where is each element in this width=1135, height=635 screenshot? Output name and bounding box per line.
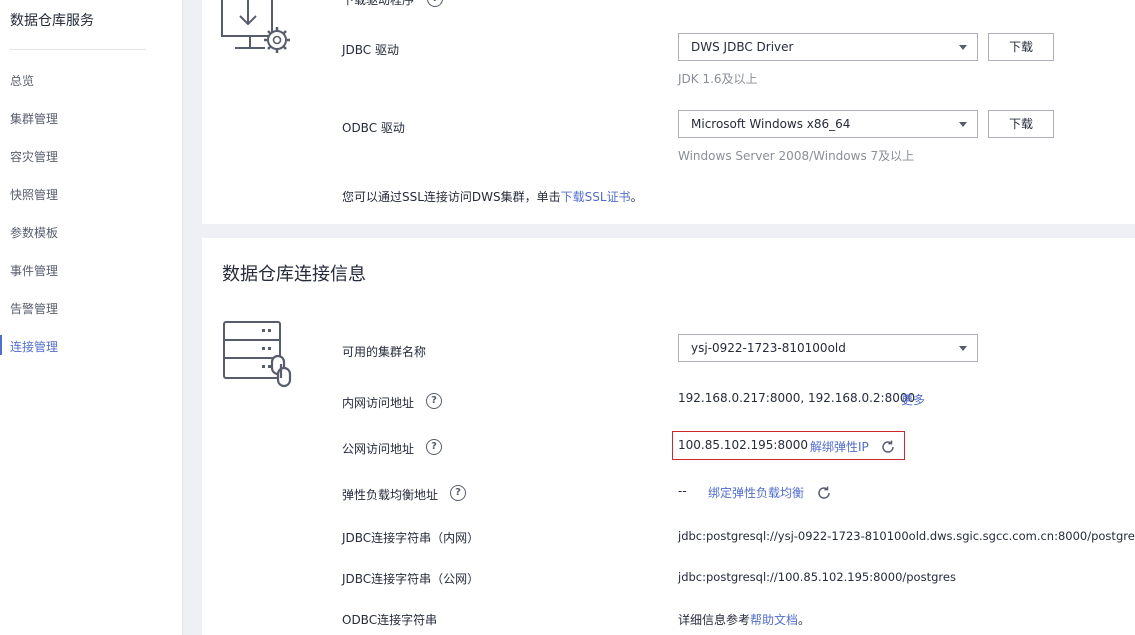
sidebar-item-disaster-recovery[interactable]: 容灾管理: [10, 148, 58, 165]
cluster-name-select-value: ysj-0922-1723-810100old: [691, 341, 846, 355]
sidebar-item-cluster-management[interactable]: 集群管理: [10, 110, 58, 127]
sidebar-item-alarm-management[interactable]: 告警管理: [10, 300, 58, 317]
question-circle-icon[interactable]: ?: [426, 393, 442, 409]
public-address-value: 100.85.102.195:8000: [678, 438, 809, 452]
jdbc-private-value: jdbc:postgresql://ysj-0922-1723-810100ol…: [678, 529, 1135, 543]
odbc-string-suffix: 。: [798, 613, 811, 627]
odbc-driver-hint: Windows Server 2008/Windows 7及以上: [678, 149, 915, 163]
download-driver-icon: [221, 0, 290, 53]
jdbc-public-label: JDBC连接字符串（公网）: [342, 572, 480, 586]
jdbc-driver-label: JDBC 驱动: [342, 43, 399, 57]
odbc-driver-select[interactable]: Microsoft Windows x86_64: [678, 110, 978, 138]
cluster-name-select[interactable]: ysj-0922-1723-810100old: [678, 334, 978, 362]
sidebar-divider: [10, 49, 146, 50]
ssl-info: 您可以通过SSL连接访问DWS集群，单击下载SSL证书。: [342, 188, 643, 205]
sidebar-item-snapshot-management[interactable]: 快照管理: [10, 186, 58, 203]
ssl-info-end: 。: [630, 190, 643, 204]
refresh-icon[interactable]: [881, 440, 895, 454]
ssl-info-text: 您可以通过SSL连接访问DWS集群，单击: [342, 190, 561, 204]
odbc-download-button[interactable]: 下载: [988, 110, 1054, 138]
bind-elb-link[interactable]: 绑定弹性负载均衡: [708, 484, 804, 501]
sidebar: 数据仓库服务 总览 集群管理 容灾管理 快照管理 参数模板 事件管理 告警管理 …: [0, 0, 183, 635]
odbc-string-prefix: 详细信息参考: [678, 613, 751, 627]
elb-address-value: --: [678, 484, 687, 498]
section-title: 数据仓库连接信息: [222, 264, 366, 285]
sidebar-item-overview[interactable]: 总览: [10, 72, 34, 89]
server-link-icon: [223, 321, 292, 388]
question-circle-icon[interactable]: ?: [450, 485, 466, 501]
jdbc-public-value: jdbc:postgresql://100.85.102.195:8000/po…: [678, 570, 956, 584]
sidebar-title: 数据仓库服务: [10, 13, 94, 29]
chevron-down-icon: [959, 45, 967, 50]
question-circle-icon[interactable]: ?: [426, 439, 442, 455]
download-driver-label: 下载驱动程序: [342, 0, 415, 7]
private-address-value: 192.168.0.217:8000, 192.168.0.2:8000: [678, 391, 916, 405]
jdbc-driver-select-value: DWS JDBC Driver: [691, 40, 794, 54]
jdbc-download-button[interactable]: 下载: [988, 33, 1054, 61]
more-addresses-link[interactable]: 更多: [901, 391, 925, 408]
help-doc-link[interactable]: 帮助文档: [750, 613, 798, 627]
odbc-string-label: ODBC连接字符串: [342, 613, 438, 627]
jdbc-private-label: JDBC连接字符串（内网）: [342, 531, 480, 545]
chevron-down-icon: [959, 346, 967, 351]
chevron-down-icon: [959, 122, 967, 127]
odbc-driver-select-value: Microsoft Windows x86_64: [691, 117, 851, 131]
unbind-eip-link[interactable]: 解绑弹性IP: [810, 438, 869, 455]
public-address-label: 公网访问地址: [342, 442, 415, 456]
refresh-icon[interactable]: [817, 486, 831, 500]
sidebar-item-connection-management[interactable]: 连接管理: [10, 338, 58, 355]
elb-address-label: 弹性负载均衡地址: [342, 488, 439, 502]
jdbc-driver-hint: JDK 1.6及以上: [678, 72, 758, 86]
jdbc-driver-select[interactable]: DWS JDBC Driver: [678, 33, 978, 61]
sidebar-item-event-management[interactable]: 事件管理: [10, 262, 58, 279]
question-circle-icon[interactable]: ?: [427, 0, 443, 7]
private-address-label: 内网访问地址: [342, 396, 415, 410]
driver-download-panel: 下载驱动程序 ? JDBC 驱动 DWS JDBC Driver 下载 JDK …: [202, 0, 1135, 224]
odbc-string-value: 详细信息参考帮助文档。: [678, 611, 810, 628]
cluster-name-label: 可用的集群名称: [342, 345, 427, 359]
download-ssl-cert-link[interactable]: 下载SSL证书: [561, 190, 631, 204]
odbc-driver-label: ODBC 驱动: [342, 121, 405, 135]
sidebar-active-indicator: [0, 335, 2, 355]
sidebar-item-parameter-templates[interactable]: 参数模板: [10, 224, 58, 241]
connection-info-panel: 数据仓库连接信息 可用的集群名称 ysj-0922-1723-810100old…: [202, 238, 1135, 635]
